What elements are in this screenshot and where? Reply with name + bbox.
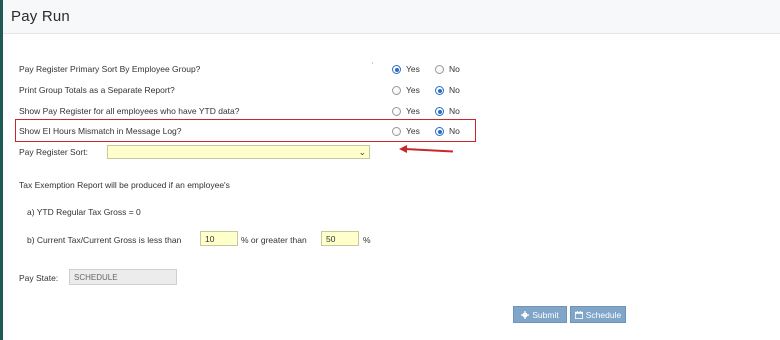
- radio-label-yes: Yes: [406, 64, 420, 74]
- setting-label-group-totals: Print Group Totals as a Separate Report?: [19, 85, 175, 95]
- radio-label-yes: Yes: [406, 106, 420, 116]
- radio-label-no: No: [449, 106, 460, 116]
- pay-run-panel: Pay Run Pay Register Primary Sort By Emp…: [3, 0, 780, 340]
- radio-label-yes: Yes: [406, 85, 420, 95]
- pay-register-sort-label: Pay Register Sort:: [19, 147, 88, 157]
- radio-primary-sort-yes[interactable]: [392, 65, 401, 74]
- submit-button[interactable]: Submit: [513, 306, 567, 323]
- red-arrow-icon: [404, 148, 453, 153]
- pay-state-label: Pay State:: [19, 273, 59, 283]
- radio-label-yes: Yes: [406, 126, 420, 136]
- tax-ratio-percent-suffix: %: [363, 235, 371, 245]
- schedule-button[interactable]: Schedule: [570, 306, 626, 323]
- submit-button-label: Submit: [532, 309, 559, 320]
- chevron-down-icon: ⌄: [358, 147, 366, 157]
- tax-ratio-lower-input[interactable]: 10: [200, 231, 238, 246]
- radio-group-totals-yes[interactable]: [392, 86, 401, 95]
- radio-ytd-register-no[interactable]: [435, 107, 444, 116]
- tax-ratio-upper-input[interactable]: 50: [321, 231, 359, 246]
- radio-ei-mismatch-no[interactable]: [435, 127, 444, 136]
- radio-group-totals-no[interactable]: [435, 86, 444, 95]
- setting-label-ytd-register: Show Pay Register for all employees who …: [19, 106, 240, 116]
- schedule-button-label: Schedule: [585, 309, 622, 320]
- pay-register-sort-select[interactable]: ⌄: [107, 145, 370, 159]
- radio-label-no: No: [449, 85, 460, 95]
- radio-label-no: No: [449, 64, 460, 74]
- gear-icon: [521, 310, 530, 319]
- setting-label-ei-mismatch: Show EI Hours Mismatch in Message Log?: [19, 126, 182, 136]
- radio-ei-mismatch-yes[interactable]: [392, 127, 401, 136]
- setting-label-primary-sort: Pay Register Primary Sort By Employee Gr…: [19, 64, 201, 74]
- red-arrow-head-icon: [399, 145, 407, 153]
- tax-exemption-condition-b-label: b) Current Tax/Current Gross is less tha…: [27, 235, 182, 245]
- radio-label-no: No: [449, 126, 460, 136]
- tax-ratio-middle-text: % or greater than: [241, 235, 307, 245]
- tick-mark: ': [372, 63, 374, 69]
- tax-exemption-intro: Tax Exemption Report will be produced if…: [19, 180, 230, 190]
- page-header: Pay Run: [3, 0, 780, 34]
- radio-primary-sort-no[interactable]: [435, 65, 444, 74]
- page-title: Pay Run: [11, 8, 70, 25]
- tax-exemption-condition-a: a) YTD Regular Tax Gross = 0: [27, 207, 141, 217]
- calendar-icon: [574, 310, 583, 319]
- pay-state-field: SCHEDULE: [69, 269, 177, 285]
- radio-ytd-register-yes[interactable]: [392, 107, 401, 116]
